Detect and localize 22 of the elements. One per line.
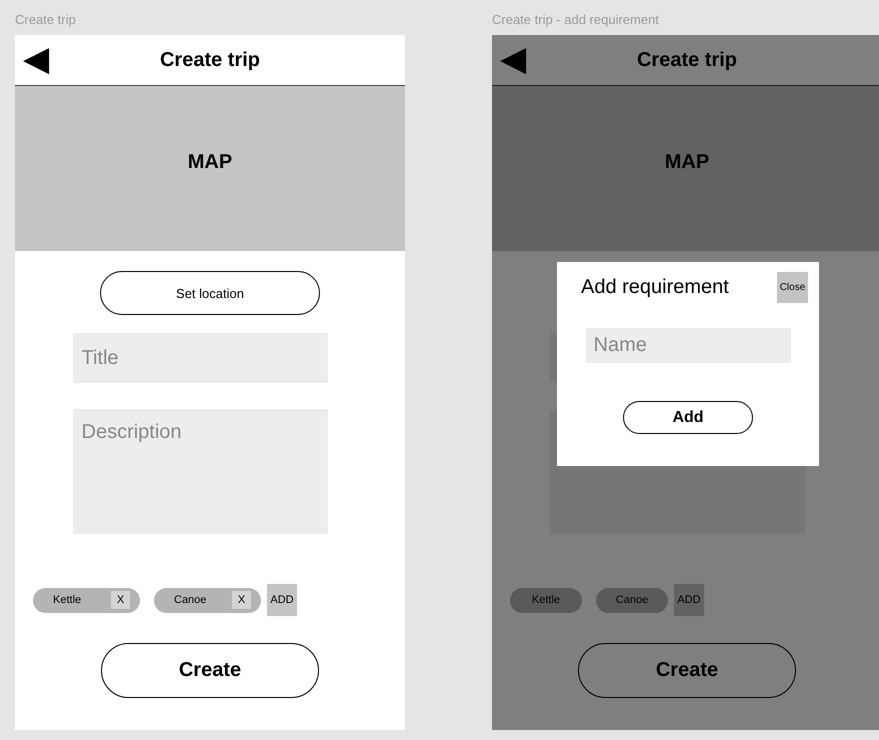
frame-label: Create trip - add requirement	[492, 12, 660, 29]
chip-label: Kettle	[53, 594, 82, 606]
map-label: MAP	[188, 151, 232, 174]
name-field[interactable]: Name	[586, 328, 790, 363]
chip-label: Canoe	[616, 594, 648, 606]
chip-label: Kettle	[532, 594, 560, 606]
map-label: MAP	[664, 151, 710, 174]
add-button[interactable]: ADD	[267, 584, 297, 616]
chip-label: Canoe	[174, 594, 206, 606]
add-button[interactable]: Add	[623, 401, 753, 434]
screen-title: Create trip	[160, 48, 260, 72]
dialog-title: Add requirement	[581, 276, 729, 299]
remove-button[interactable]: X	[111, 591, 130, 609]
screen-title: Create trip	[636, 48, 738, 72]
back-button[interactable]: ◀	[500, 41, 526, 77]
remove-button[interactable]: X	[232, 591, 251, 609]
back-button[interactable]: ◀	[23, 41, 49, 77]
create-button[interactable]: Create	[101, 643, 319, 698]
close-button[interactable]: Close	[777, 272, 808, 303]
set-location-button[interactable]: Set location	[100, 271, 320, 315]
frame-label: Create trip	[15, 12, 77, 29]
create-button[interactable]: Create	[578, 643, 796, 698]
